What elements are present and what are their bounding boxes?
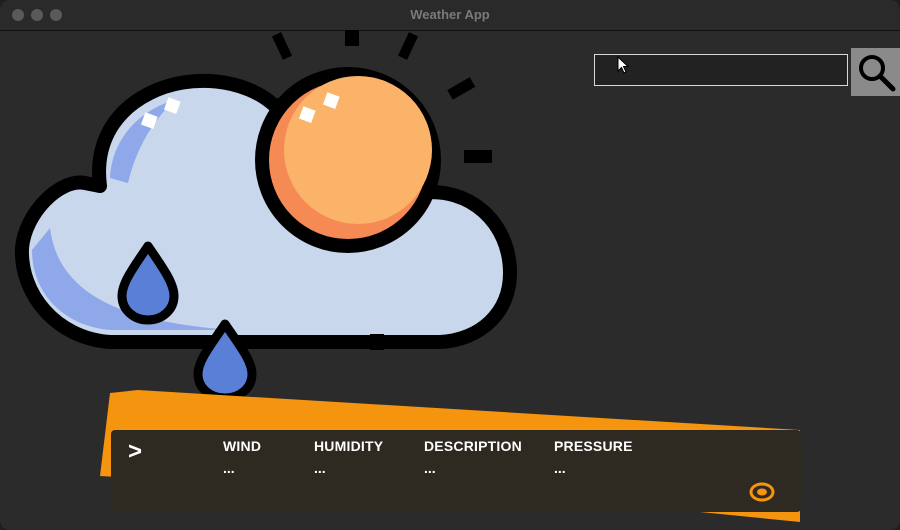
description-label: DESCRIPTION xyxy=(424,438,522,454)
app-window: Weather App > WIND ... HUMIDITY ... DESC… xyxy=(0,0,900,530)
city-search-input[interactable] xyxy=(594,54,848,86)
humidity-label: HUMIDITY xyxy=(314,438,384,454)
sun-ray xyxy=(271,32,293,60)
sun-ray xyxy=(397,32,419,60)
search-icon xyxy=(859,55,896,92)
sun-ray xyxy=(345,30,359,46)
description-metric: DESCRIPTION ... xyxy=(424,438,522,476)
wind-value: ... xyxy=(223,460,235,476)
description-value: ... xyxy=(424,460,436,476)
sun-ray xyxy=(447,77,476,100)
sun-face xyxy=(284,76,432,224)
cloud-sun-rain-icon xyxy=(14,30,517,398)
humidity-value: ... xyxy=(314,460,326,476)
search-button[interactable] xyxy=(851,48,900,96)
wind-metric: WIND ... xyxy=(223,438,261,476)
mouse-cursor-icon xyxy=(617,56,630,74)
window-title: Weather App xyxy=(410,7,490,22)
pressure-value: ... xyxy=(554,460,566,476)
weather-details-panel: > WIND ... HUMIDITY ... DESCRIPTION ... … xyxy=(111,430,801,512)
pressure-metric: PRESSURE ... xyxy=(554,438,633,476)
eye-icon[interactable] xyxy=(747,482,777,502)
wind-label: WIND xyxy=(223,438,262,454)
expand-toggle-button[interactable]: > xyxy=(128,438,142,466)
cloud-gap xyxy=(370,334,384,350)
pressure-label: PRESSURE xyxy=(554,438,633,454)
sun-ray xyxy=(464,150,492,163)
humidity-metric: HUMIDITY ... xyxy=(314,438,383,476)
title-bar: Weather App xyxy=(0,0,900,31)
